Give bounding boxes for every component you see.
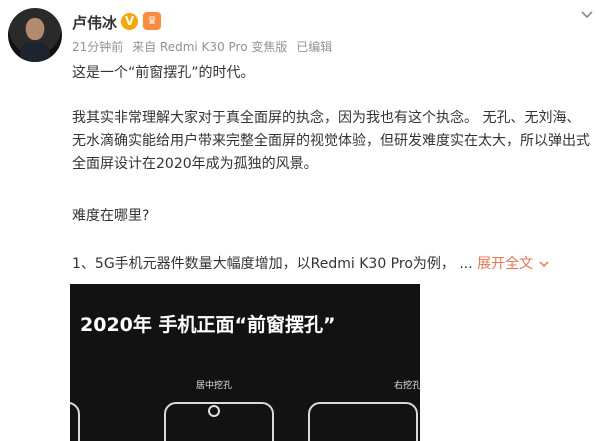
post-paragraph-2: 我其实非常理解大家对于真全面屏的执念，因为我也有这个执念。 无孔、无刘海、无水滴… — [72, 110, 590, 172]
post-paragraph-3: 难度在哪里? — [72, 208, 150, 224]
avatar-shirt — [20, 42, 50, 62]
avatar[interactable] — [8, 8, 62, 62]
post-meta: 21分钟前 来自 Redmi K30 Pro 变焦版 已编辑 — [72, 38, 337, 55]
post-source[interactable]: 来自 Redmi K30 Pro 变焦版 — [132, 40, 287, 54]
post-paragraph-4: 1、5G手机元器件数量大幅度增加，以Redmi K30 Pro为例， ... 展… — [72, 253, 550, 273]
expand-label[interactable]: 展开全文 — [477, 256, 533, 272]
edited-label[interactable]: 已编辑 — [296, 40, 332, 54]
phone-outline-right — [308, 402, 418, 441]
author-name[interactable]: 卢伟冰 — [72, 12, 117, 33]
image-title: 2020年 手机正面“前窗摆孔” — [80, 314, 336, 336]
post-paragraph-4-text: 1、5G手机元器件数量大幅度增加，以Redmi K30 Pro为例， — [72, 256, 455, 272]
camera-hole-icon — [208, 405, 220, 417]
post-time[interactable]: 21分钟前 — [72, 40, 123, 54]
chevron-down-icon[interactable] — [538, 259, 550, 269]
crown-icon: ♛ — [143, 12, 161, 30]
post-paragraph-1: 这是一个“前窗摆孔”的时代。 — [72, 65, 255, 81]
expand-full-text-link[interactable]: 展开全文 — [477, 256, 549, 272]
image-label-right: 右挖孔 — [394, 381, 420, 391]
avatar-face — [26, 18, 44, 40]
verified-badge-icon: V — [121, 13, 138, 30]
post-image[interactable]: 2020年 手机正面“前窗摆孔” 居中挖孔 右挖孔 — [70, 284, 420, 441]
image-label-center: 居中挖孔 — [196, 381, 233, 391]
ellipsis: ... — [459, 256, 473, 272]
chevron-down-icon[interactable] — [580, 8, 594, 22]
phone-outline-left — [70, 402, 80, 441]
